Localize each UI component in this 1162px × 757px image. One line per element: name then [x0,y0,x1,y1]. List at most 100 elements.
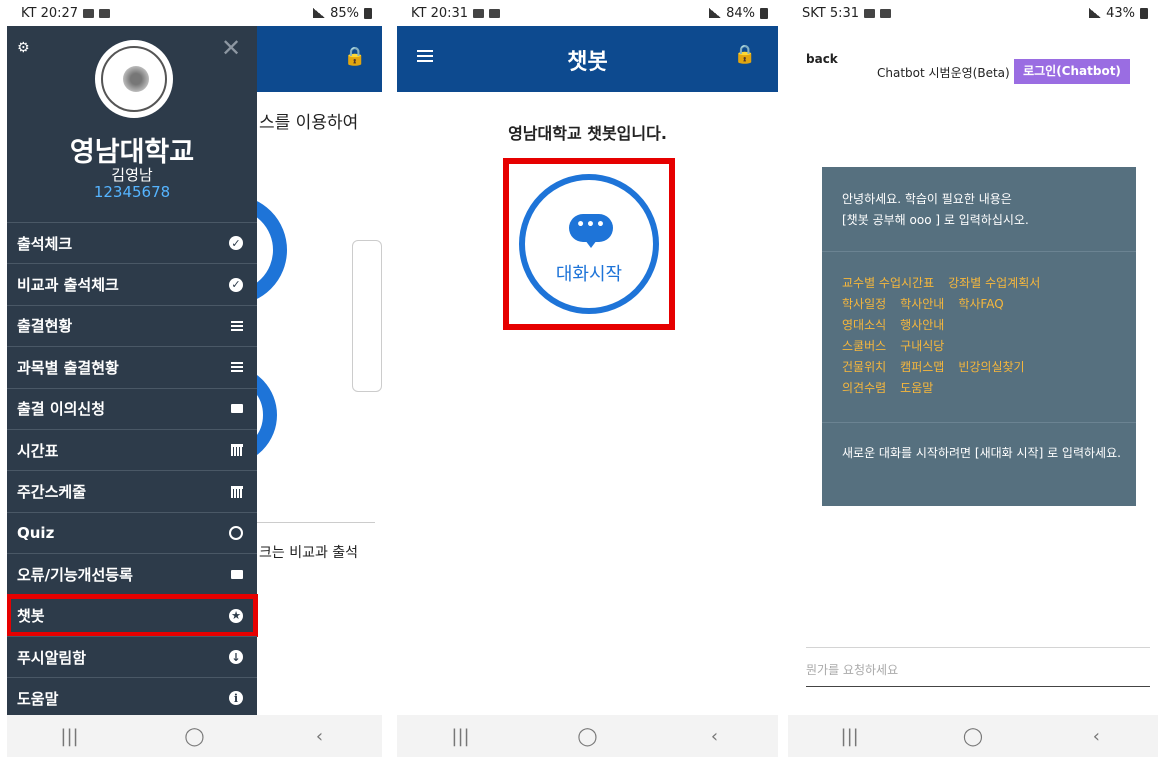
home-button[interactable]: ◯ [165,726,225,747]
menu-item-label: 출결 이의신청 [17,400,106,419]
gallery-icon [83,8,95,18]
quick-link[interactable]: 강좌별 수업계획서 [948,273,1040,294]
download-icon: ↓ [229,650,243,665]
menu-item-label: 도움말 [17,689,59,708]
close-icon[interactable]: ✕ [221,34,241,62]
quick-link-row: 영대소식 행사안내 [842,315,1040,336]
battery-level: 84% [726,5,755,21]
message-input[interactable] [806,653,1150,687]
greeting-line: [챗봇 공부해 ooo ] 로 입력하십시오. [842,213,1029,227]
chat-bubble-icon: ••• [569,214,613,242]
seal-emblem [123,66,149,92]
system-nav-bar: ||| ◯ ‹ [397,715,778,757]
quick-link[interactable]: 건물위치 [842,357,886,378]
recent-apps-button[interactable]: ||| [431,726,491,747]
status-bar: SKT 5:31 43% [788,0,1158,26]
chatbot-title: Chatbot 시범운영(Beta) [877,66,1010,80]
quick-link[interactable]: 행사안내 [900,315,944,336]
quick-link[interactable]: 학사FAQ [958,294,1003,315]
phone-screen-menu: KT 20:27 85% 🔒 스를 이용하여 크는 비교과 출석 ⚙ ✕ 영남대… [7,0,382,757]
menu-item-label: 출결현황 [17,317,73,336]
menu-item-timetable[interactable]: 시간표 [7,428,257,470]
status-time: SKT 5:31 [802,5,860,21]
menu-item-help[interactable]: 도움말 i [7,677,257,718]
quick-link-row: 스쿨버스 구내식당 [842,336,1040,357]
gallery-icon [864,8,876,18]
home-button[interactable]: ◯ [558,726,618,747]
quick-links: 교수별 수업시간표 강좌별 수업계획서 학사일정 학사안내 학사FAQ 영대소식… [842,273,1040,399]
quick-link[interactable]: 영대소식 [842,315,886,336]
info-icon: i [229,691,243,706]
battery-icon [364,7,372,19]
quick-link[interactable]: 교수별 수업시간표 [842,273,934,294]
divider [822,251,1136,252]
clock-icon [229,525,243,540]
lock-icon[interactable]: 🔒 [344,46,366,67]
menu-item-course-attendance[interactable]: 과목별 출결현황 [7,346,257,387]
system-nav-bar: ||| ◯ ‹ [7,715,382,757]
back-button[interactable]: ‹ [290,726,350,747]
mail-icon [231,569,243,579]
recent-apps-button[interactable]: ||| [820,726,880,747]
chatbot-message-card: 안녕하세요. 학습이 필요한 내용은 [챗봇 공부해 ooo ] 로 입력하십시… [822,167,1136,506]
phone-screen-chatbot-conversation: SKT 5:31 43% back Chatbot 시범운영(Beta) 로그인… [788,0,1158,757]
quick-link[interactable]: 도움말 [900,378,933,399]
menu-item-weekly-schedule[interactable]: 주간스케줄 [7,470,257,511]
start-conversation-label: 대화시작 [555,264,623,285]
notification-icon [489,8,501,18]
notification-icon [880,8,892,18]
drawer-menu: 출석체크 ✓ 비교과 출석체크 ✓ 출결현황 과목별 출결현황 출결 이의신청 시간… [7,222,258,719]
menu-item-attendance-check[interactable]: 출석체크 ✓ [7,222,257,263]
battery-icon [1140,7,1148,19]
menu-item-chatbot[interactable]: 챗봇 ★ [7,593,258,637]
back-button[interactable]: ‹ [1066,726,1126,747]
menu-item-extracurricular-check[interactable]: 비교과 출석체크 ✓ [7,263,257,304]
lock-icon[interactable]: 🔒 [734,44,756,65]
login-button[interactable]: 로그인(Chatbot) [1014,59,1130,84]
menu-item-quiz[interactable]: Quiz [7,511,257,553]
quick-link[interactable]: 의견수렴 [842,378,886,399]
menu-item-attendance-status[interactable]: 출결현황 [7,304,257,346]
mail-icon [231,404,243,414]
background-text: 크는 비교과 출석 [259,545,359,561]
start-conversation-button[interactable]: ••• 대화시작 [519,174,659,314]
quick-link[interactable]: 스쿨버스 [842,336,886,357]
background-card [352,240,382,392]
quick-link[interactable]: 학사안내 [900,294,944,315]
quick-link-row: 건물위치 캠퍼스맵 빈강의실찾기 [842,357,1040,378]
quick-link[interactable]: 구내식당 [900,336,944,357]
signal-icon [709,8,722,18]
check-circle-icon: ✓ [229,236,243,251]
status-bar: KT 20:31 84% [397,0,778,26]
quick-link[interactable]: 학사일정 [842,294,886,315]
page-title: 챗봇 [567,50,608,75]
status-time: KT 20:31 [411,5,469,21]
list-icon [231,362,243,373]
check-circle-icon: ✓ [229,277,243,292]
battery-icon [760,7,768,19]
gear-icon[interactable]: ⚙ [17,40,30,56]
home-button[interactable]: ◯ [943,726,1003,747]
recent-apps-button[interactable]: ||| [40,726,100,747]
menu-item-attendance-appeal[interactable]: 출결 이의신청 [7,387,257,429]
quick-link[interactable]: 빈강의실찾기 [958,357,1024,378]
menu-item-label: 비교과 출석체크 [17,276,119,295]
quick-link-row: 학사일정 학사안내 학사FAQ [842,294,1040,315]
chat-bubble-tail [585,240,597,248]
menu-item-label: 시간표 [17,441,59,460]
system-nav-bar: ||| ◯ ‹ [788,715,1158,757]
menu-item-bug-report[interactable]: 오류/기능개선등록 [7,553,257,594]
menu-item-label: 과목별 출결현황 [17,358,119,377]
signal-icon [313,8,326,18]
menu-item-label: 오류/기능개선등록 [17,565,133,584]
user-id: 12345678 [93,183,171,201]
divider [822,422,1136,423]
back-button[interactable]: ‹ [685,726,745,747]
quick-link-row: 교수별 수업시간표 강좌별 수업계획서 [842,273,1040,294]
back-link[interactable]: back [806,52,838,66]
quick-link[interactable]: 캠퍼스맵 [900,357,944,378]
menu-item-push-inbox[interactable]: 푸시알림함 ↓ [7,635,257,677]
welcome-text: 영남대학교 챗봇입니다. [508,124,667,143]
highlight-box: ••• 대화시작 [503,158,675,330]
list-icon [231,320,243,331]
